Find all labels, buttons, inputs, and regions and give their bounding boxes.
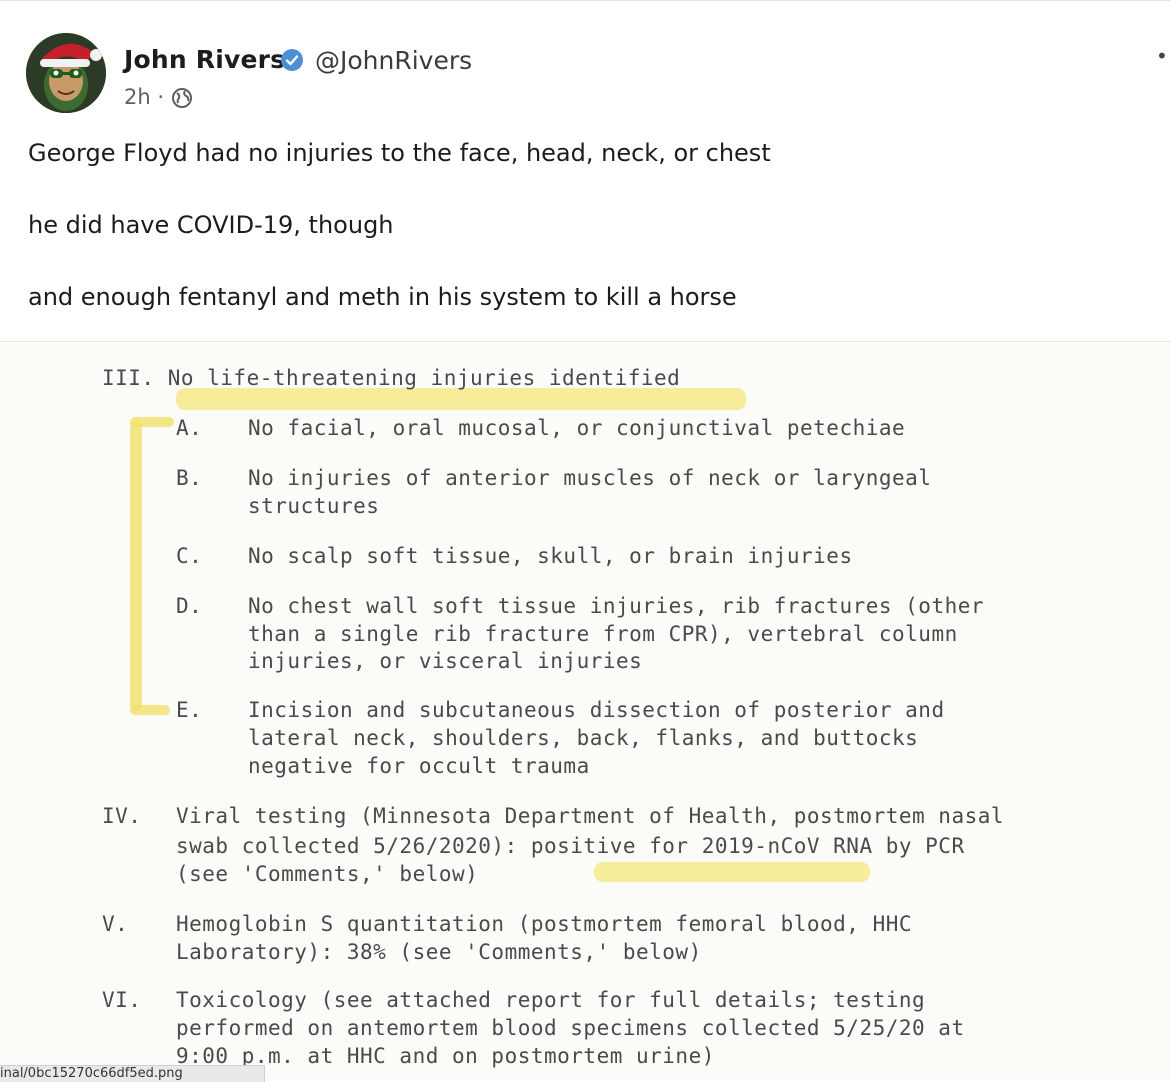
- social-post: John Rivers @JohnRivers 2h · • George Fl…: [0, 0, 1170, 1082]
- doc-line: than a single rib fracture from CPR), ve…: [248, 622, 958, 646]
- doc-line: No injuries of anterior muscles of neck …: [248, 466, 932, 490]
- verified-badge-icon: [281, 49, 303, 71]
- doc-item-marker: A.: [176, 416, 203, 440]
- post-timestamp[interactable]: 2h ·: [124, 85, 164, 109]
- doc-line: No chest wall soft tissue injuries, rib …: [248, 594, 985, 618]
- doc-line: Viral testing (Minnesota Department of H…: [176, 804, 1005, 828]
- post-text-line: George Floyd had no injuries to the face…: [28, 139, 771, 167]
- more-options-icon[interactable]: •: [1156, 46, 1168, 66]
- doc-line: swab collected 5/26/2020): positive for …: [176, 834, 965, 858]
- post-text-line: he did have COVID-19, though: [28, 211, 394, 239]
- doc-line: negative for occult trauma: [248, 754, 590, 778]
- doc-line: Incision and subcutaneous dissection of …: [248, 698, 945, 722]
- doc-line: No facial, oral mucosal, or conjunctival…: [248, 416, 906, 440]
- highlight-mark: [176, 388, 746, 410]
- doc-line: Laboratory): 38% (see 'Comments,' below): [176, 940, 702, 964]
- doc-line: III. No life-threatening injuries identi…: [102, 366, 681, 390]
- doc-line: structures: [248, 494, 380, 518]
- doc-line: performed on antemortem blood specimens …: [176, 1016, 965, 1040]
- globe-icon: [172, 88, 192, 108]
- doc-item-marker: VI.: [102, 988, 142, 1012]
- avatar-illustration: [26, 33, 106, 113]
- highlight-mark: [594, 862, 870, 882]
- doc-item-marker: D.: [176, 594, 203, 618]
- author-handle[interactable]: @JohnRivers: [315, 46, 472, 75]
- status-bar-url: inal/0bc15270c66df5ed.png: [0, 1065, 265, 1082]
- attached-document-image[interactable]: III. No life-threatening injuries identi…: [0, 342, 1170, 1081]
- doc-item-marker: B.: [176, 466, 203, 490]
- doc-line: lateral neck, shoulders, back, flanks, a…: [248, 726, 919, 750]
- highlight-bracket: [130, 417, 174, 427]
- doc-item-marker: IV.: [102, 804, 142, 828]
- post-text-line: and enough fentanyl and meth in his syst…: [28, 283, 737, 311]
- highlight-bracket: [130, 421, 142, 711]
- doc-line: injuries, or visceral injuries: [248, 649, 643, 673]
- highlight-bracket: [130, 705, 170, 715]
- doc-line: (see 'Comments,' below): [176, 862, 479, 886]
- doc-line: No scalp soft tissue, skull, or brain in…: [248, 544, 853, 568]
- doc-line: Toxicology (see attached report for full…: [176, 988, 926, 1012]
- author-avatar[interactable]: [26, 33, 106, 113]
- author-name[interactable]: John Rivers: [124, 45, 285, 74]
- doc-item-marker: E.: [176, 698, 203, 722]
- doc-line: Hemoglobin S quantitation (postmortem fe…: [176, 912, 913, 936]
- doc-item-marker: C.: [176, 544, 203, 568]
- doc-item-marker: V.: [102, 912, 129, 936]
